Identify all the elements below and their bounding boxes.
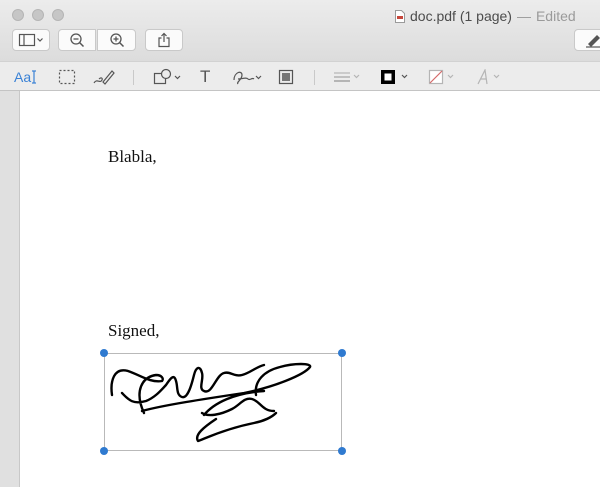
zoom-in-icon	[109, 33, 124, 48]
share-icon	[158, 32, 170, 48]
border-color-icon	[381, 70, 408, 84]
fill-color-icon	[428, 69, 454, 85]
text-style-tool[interactable]	[476, 67, 506, 87]
pdf-document-icon	[395, 9, 405, 23]
rectangular-selection-tool[interactable]	[58, 67, 76, 87]
border-color-tool[interactable]	[380, 67, 412, 87]
toolbar-divider	[314, 70, 315, 85]
line-style-icon	[334, 72, 360, 82]
text-selection-tool[interactable]: Aa	[14, 67, 37, 87]
window-title: doc.pdf (1 page) — Edited	[395, 7, 576, 25]
markup-toolbar-toggle-button[interactable]	[574, 29, 600, 51]
note-tool[interactable]	[278, 67, 294, 87]
toolbar-divider	[133, 70, 134, 85]
markup-pen-icon	[586, 35, 600, 48]
close-window-button[interactable]	[12, 9, 24, 21]
text-tool[interactable]: T	[200, 67, 210, 87]
edited-status: Edited	[535, 8, 576, 24]
shape-style-tool[interactable]	[333, 67, 363, 87]
title-bar: doc.pdf (1 page) — Edited	[0, 0, 600, 61]
window-title-separator: —	[516, 8, 531, 24]
signature-icon	[233, 71, 262, 85]
text-cursor-icon	[32, 70, 37, 84]
markup-toolbar: Aa T	[0, 61, 600, 91]
resize-handle-top-left[interactable]	[100, 349, 108, 357]
zoom-out-icon	[70, 33, 85, 48]
share-button[interactable]	[145, 29, 183, 51]
zoom-window-button[interactable]	[52, 9, 64, 21]
zoom-out-button[interactable]	[58, 29, 96, 51]
note-icon	[278, 69, 294, 85]
document-text-line: Blabla,	[108, 147, 157, 166]
text-tool-label: T	[200, 67, 211, 86]
minimize-window-button[interactable]	[32, 9, 44, 21]
signature-drawing[interactable]	[104, 353, 342, 451]
text-selection-label: Aa	[14, 69, 32, 85]
preview-window: doc.pdf (1 page) — Edited Aa T Blabla, S…	[0, 0, 600, 487]
sidebar-view-button[interactable]	[12, 29, 50, 51]
rectangular-selection-icon	[58, 69, 76, 85]
document-text-line: Signed,	[108, 321, 160, 340]
resize-handle-bottom-left[interactable]	[100, 447, 108, 455]
sidebar-edge	[0, 91, 20, 487]
sign-tool[interactable]	[232, 67, 264, 87]
signature-stroke	[110, 362, 312, 443]
text-style-icon	[477, 69, 500, 85]
resize-handle-bottom-right[interactable]	[338, 447, 346, 455]
shapes-icon	[153, 68, 181, 85]
window-title-text: doc.pdf (1 page)	[410, 8, 512, 24]
resize-handle-top-right[interactable]	[338, 349, 346, 357]
shapes-tool[interactable]	[153, 67, 183, 87]
sketch-tool[interactable]	[93, 67, 115, 87]
sketch-pencil-icon	[93, 70, 115, 85]
sidebar-icon	[18, 33, 43, 47]
fill-color-tool[interactable]	[428, 67, 460, 87]
zoom-in-button[interactable]	[97, 29, 136, 51]
